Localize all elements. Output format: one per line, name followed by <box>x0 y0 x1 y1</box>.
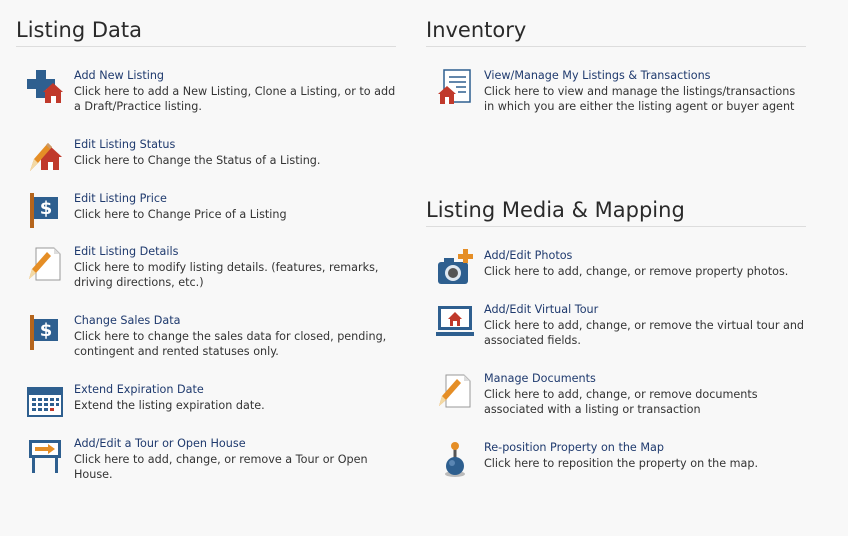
camera-add-icon[interactable] <box>436 248 474 286</box>
manage-documents-link[interactable]: Manage Documents <box>484 371 806 387</box>
change-sales-data-item[interactable]: $ Change Sales Data Click here to change… <box>26 313 396 360</box>
virtual-tour-link[interactable]: Add/Edit Virtual Tour <box>484 302 806 318</box>
price-sign-icon[interactable]: $ <box>26 191 64 229</box>
edit-listing-details-desc: Click here to modify listing details. (f… <box>74 260 379 290</box>
add-new-listing-desc: Click here to add a New Listing, Clone a… <box>74 84 396 114</box>
tour-open-house-desc: Click here to add, change, or remove a T… <box>74 452 368 482</box>
tour-open-house-item[interactable]: Add/Edit a Tour or Open House Click here… <box>26 436 396 483</box>
monitor-house-icon[interactable] <box>436 302 474 340</box>
extend-expiration-item[interactable]: Extend Expiration Date Extend the listin… <box>26 382 396 420</box>
edit-listing-status-desc: Click here to Change the Status of a Lis… <box>74 153 321 167</box>
edit-listing-status-link[interactable]: Edit Listing Status <box>74 137 320 153</box>
manage-documents-item[interactable]: Manage Documents Click here to add, chan… <box>436 371 806 418</box>
view-manage-listings-link[interactable]: View/Manage My Listings & Transactions <box>484 68 806 84</box>
tour-open-house-link[interactable]: Add/Edit a Tour or Open House <box>74 436 396 452</box>
reposition-map-link[interactable]: Re-position Property on the Map <box>484 440 758 456</box>
media-mapping-title: Listing Media & Mapping <box>426 198 806 227</box>
edit-listing-details-link[interactable]: Edit Listing Details <box>74 244 396 260</box>
document-pencil-icon[interactable] <box>26 244 64 282</box>
virtual-tour-item[interactable]: Add/Edit Virtual Tour Click here to add,… <box>436 302 806 349</box>
listing-data-section: Listing Data Add New Listing Click here … <box>16 18 396 481</box>
svg-text:$: $ <box>40 198 53 219</box>
manage-documents-desc: Click here to add, change, or remove doc… <box>484 387 758 417</box>
media-mapping-section: Listing Media & Mapping Add/Edit Photos … <box>426 198 806 477</box>
directional-sign-icon[interactable] <box>26 436 64 474</box>
extend-expiration-link[interactable]: Extend Expiration Date <box>74 382 265 398</box>
calendar-icon[interactable] <box>26 382 64 420</box>
change-sales-data-desc: Click here to change the sales data for … <box>74 329 387 359</box>
edit-listing-price-link[interactable]: Edit Listing Price <box>74 191 287 207</box>
map-pin-icon[interactable] <box>436 440 474 478</box>
svg-text:$: $ <box>40 320 53 341</box>
edit-listing-details-item[interactable]: Edit Listing Details Click here to modif… <box>26 244 396 291</box>
edit-listing-status-item[interactable]: Edit Listing Status Click here to Change… <box>26 137 396 175</box>
listing-data-title: Listing Data <box>16 18 396 47</box>
edit-listing-price-desc: Click here to Change Price of a Listing <box>74 207 287 221</box>
inventory-title: Inventory <box>426 18 806 47</box>
add-house-icon[interactable] <box>26 68 64 106</box>
virtual-tour-desc: Click here to add, change, or remove the… <box>484 318 805 348</box>
reposition-map-desc: Click here to reposition the property on… <box>484 456 759 470</box>
inventory-section: Inventory View/Manage My Listings & Tran… <box>426 18 806 113</box>
add-edit-photos-link[interactable]: Add/Edit Photos <box>484 248 788 264</box>
add-new-listing-item[interactable]: Add New Listing Click here to add a New … <box>26 68 396 115</box>
add-edit-photos-item[interactable]: Add/Edit Photos Click here to add, chang… <box>436 248 806 286</box>
extend-expiration-desc: Extend the listing expiration date. <box>74 398 265 412</box>
price-sign-icon[interactable]: $ <box>26 313 64 351</box>
view-manage-listings-desc: Click here to view and manage the listin… <box>484 84 796 114</box>
add-edit-photos-desc: Click here to add, change, or remove pro… <box>484 264 789 278</box>
view-manage-listings-item[interactable]: View/Manage My Listings & Transactions C… <box>436 68 806 115</box>
add-new-listing-link[interactable]: Add New Listing <box>74 68 396 84</box>
listing-document-house-icon[interactable] <box>436 68 474 106</box>
reposition-map-item[interactable]: Re-position Property on the Map Click he… <box>436 440 806 478</box>
document-pencil-icon[interactable] <box>436 371 474 409</box>
edit-listing-price-item[interactable]: $ Edit Listing Price Click here to Chang… <box>26 191 396 229</box>
change-sales-data-link[interactable]: Change Sales Data <box>74 313 396 329</box>
edit-house-pencil-icon[interactable] <box>26 137 64 175</box>
